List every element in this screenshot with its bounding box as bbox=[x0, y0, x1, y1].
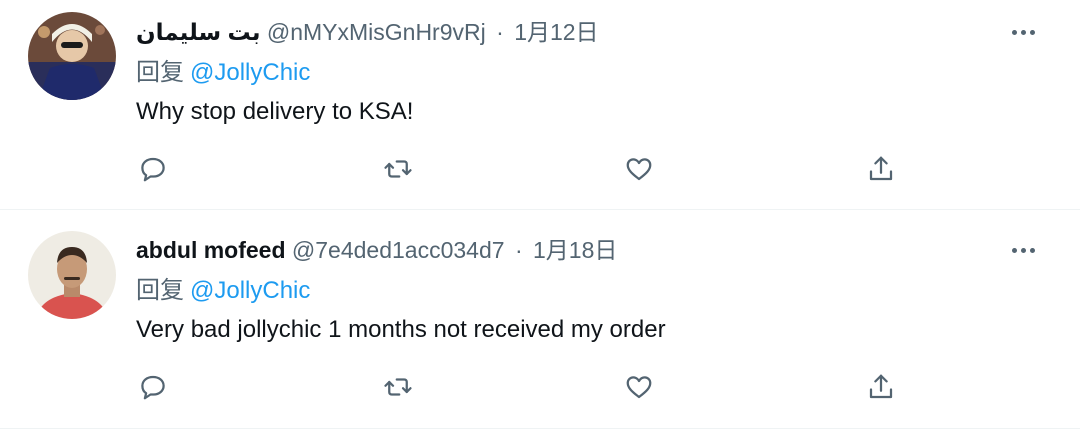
tweet[interactable]: بت سليمان @nMYxMisGnHr9vRj · 1月12日 回复 @Jo… bbox=[0, 0, 1080, 210]
display-name[interactable]: abdul mofeed bbox=[136, 237, 286, 263]
heart-icon[interactable] bbox=[622, 152, 656, 186]
separator-dot: · bbox=[496, 19, 504, 45]
avatar[interactable] bbox=[28, 231, 116, 319]
share-icon[interactable] bbox=[864, 152, 898, 186]
reply-context: 回复 @JollyChic bbox=[136, 58, 310, 88]
tweet-actions bbox=[136, 152, 906, 188]
tweet-actions bbox=[136, 370, 906, 406]
avatar[interactable] bbox=[28, 12, 116, 100]
retweet-icon[interactable] bbox=[381, 152, 415, 186]
display-name[interactable]: بت سليمان bbox=[136, 19, 260, 45]
reply-mention-link[interactable]: @JollyChic bbox=[190, 277, 310, 304]
tweet-header: بت سليمان @nMYxMisGnHr9vRj · 1月12日 bbox=[136, 17, 599, 47]
reply-prefix: 回复 bbox=[136, 277, 184, 304]
reply-icon[interactable] bbox=[136, 370, 170, 404]
reply-prefix: 回复 bbox=[136, 59, 184, 86]
more-icon[interactable] bbox=[1006, 235, 1040, 265]
reply-mention-link[interactable]: @JollyChic bbox=[190, 59, 310, 86]
reply-icon[interactable] bbox=[136, 152, 170, 186]
tweet-text: Very bad jollychic 1 months not received… bbox=[136, 316, 666, 343]
heart-icon[interactable] bbox=[622, 370, 656, 404]
tweet-date[interactable]: 1月12日 bbox=[514, 19, 598, 45]
share-icon[interactable] bbox=[864, 370, 898, 404]
user-handle[interactable]: @nMYxMisGnHr9vRj bbox=[267, 19, 486, 45]
tweet[interactable]: abdul mofeed @7e4ded1acc034d7 · 1月18日 回复… bbox=[0, 211, 1080, 429]
user-handle[interactable]: @7e4ded1acc034d7 bbox=[292, 237, 505, 263]
reply-context: 回复 @JollyChic bbox=[136, 276, 310, 306]
tweet-date[interactable]: 1月18日 bbox=[533, 237, 617, 263]
retweet-icon[interactable] bbox=[381, 370, 415, 404]
separator-dot: · bbox=[514, 237, 523, 263]
tweet-header: abdul mofeed @7e4ded1acc034d7 · 1月18日 bbox=[136, 235, 617, 265]
tweet-text: Why stop delivery to KSA! bbox=[136, 98, 414, 125]
more-icon[interactable] bbox=[1006, 17, 1040, 47]
